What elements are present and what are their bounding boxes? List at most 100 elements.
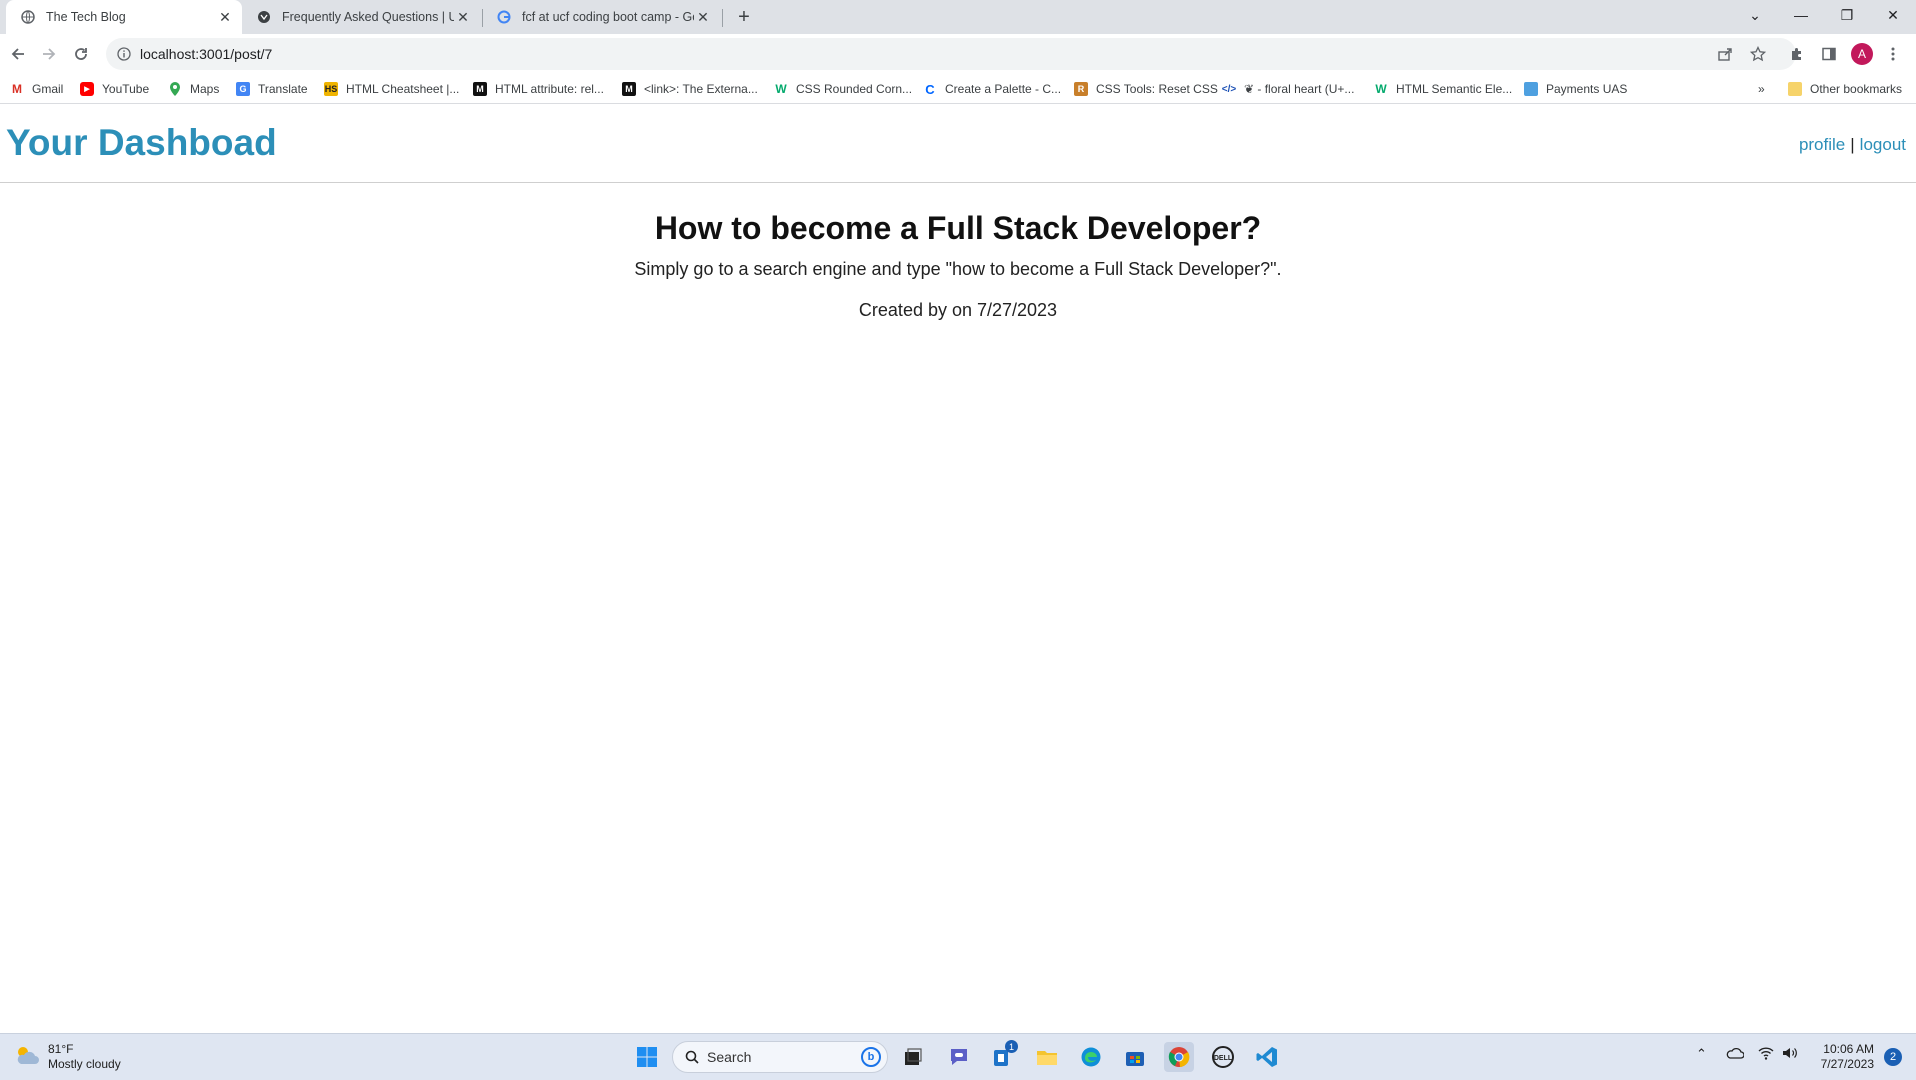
forward-arrow-icon[interactable] — [36, 41, 62, 67]
extensions-puzzle-icon[interactable] — [1784, 41, 1810, 67]
show-hidden-icons-chevron-icon[interactable]: ⌃ — [1696, 1046, 1707, 1062]
site-brand[interactable]: Your Dashboad — [6, 122, 277, 164]
back-arrow-icon[interactable] — [5, 41, 31, 67]
weather-desc: Mostly cloudy — [48, 1057, 121, 1071]
bookmark-label: HTML Semantic Ele... — [1396, 82, 1513, 96]
logout-link[interactable]: logout — [1860, 135, 1906, 155]
post-body: Simply go to a search engine and type "h… — [634, 259, 1282, 279]
post-title: How to become a Full Stack Developer? — [654, 210, 1262, 246]
bookmark-maps[interactable]: Maps — [168, 80, 219, 98]
task-view-icon[interactable] — [898, 1042, 928, 1072]
bookmark-payments-uas[interactable]: Payments UAS — [1524, 80, 1627, 98]
new-tab-button[interactable]: + — [732, 5, 756, 29]
close-tab-icon[interactable]: ✕ — [216, 8, 234, 26]
tab-title: The Tech Blog — [46, 10, 126, 24]
share-icon[interactable] — [1712, 41, 1738, 67]
more-bookmarks-chevron-icon[interactable]: » — [1758, 80, 1765, 98]
post-article: How to become a Full Stack Developer? Si… — [0, 210, 1916, 321]
tab-divider — [722, 9, 723, 27]
bookmark-create-palette[interactable]: C Create a Palette - C... — [923, 80, 1061, 98]
bookmarks-bar: M Gmail ▶ YouTube Maps G Translate HS HT… — [0, 74, 1916, 104]
bookmark-label: YouTube — [102, 82, 150, 96]
file-explorer-icon[interactable] — [1032, 1042, 1062, 1072]
profile-avatar[interactable]: A — [1849, 41, 1875, 67]
minimize-button[interactable]: — — [1778, 0, 1824, 30]
windows-taskbar: 81°F Mostly cloudy Search b 1 DELL ⌃ 10:… — [0, 1033, 1916, 1080]
maps-icon — [168, 82, 182, 96]
windows-start-icon[interactable] — [632, 1042, 662, 1072]
bookmark-label: ❦ - floral heart (U+... — [1244, 82, 1355, 96]
reload-icon[interactable] — [68, 41, 94, 67]
bookmark-label: CSS Tools: Reset CSS — [1096, 82, 1218, 96]
close-window-button[interactable]: ✕ — [1870, 0, 1916, 30]
system-clock[interactable]: 10:06 AM 7/27/2023 — [1821, 1042, 1874, 1072]
bookmark-label: Create a Palette - C... — [945, 82, 1062, 96]
address-bar[interactable]: localhost:3001/post/7 — [106, 38, 1796, 70]
globe-icon — [20, 9, 36, 25]
taskbar-search[interactable]: Search b — [672, 1041, 888, 1073]
bookmark-star-icon[interactable] — [1745, 41, 1771, 67]
notification-badge[interactable]: 2 — [1884, 1048, 1902, 1066]
site-info-icon[interactable] — [116, 46, 132, 62]
bookmark-label: <link>: The Externa... — [644, 82, 758, 96]
bing-icon: b — [861, 1047, 881, 1067]
bookmark-label: HTML Cheatsheet |... — [346, 82, 460, 96]
w3schools-icon: W — [1375, 82, 1387, 96]
bookmark-gmail[interactable]: M Gmail — [10, 80, 63, 98]
tab-the-tech-blog[interactable]: The Tech Blog ✕ — [6, 0, 242, 34]
wifi-icon[interactable] — [1758, 1046, 1774, 1063]
vscode-icon[interactable] — [1252, 1042, 1282, 1072]
tab-google-search[interactable]: fcf at ucf coding boot camp - Goo ✕ — [482, 0, 720, 34]
page-content: Your Dashboad profile | logout How to be… — [0, 105, 1916, 1033]
blue-square-icon — [1524, 82, 1538, 96]
translate-icon: G — [236, 82, 250, 96]
tab-title: fcf at ucf coding boot camp - Goo — [522, 10, 694, 24]
cloud-sun-icon — [14, 1044, 40, 1071]
bookmark-floral-heart[interactable]: </> ❦ - floral heart (U+... — [1222, 80, 1355, 98]
tab-search-chevron-icon[interactable]: ⌄ — [1732, 0, 1778, 30]
coolors-icon: C — [925, 81, 935, 97]
restore-button[interactable]: ❐ — [1824, 0, 1870, 30]
chrome-icon[interactable] — [1164, 1042, 1194, 1072]
onedrive-cloud-icon[interactable] — [1726, 1046, 1745, 1063]
gmail-icon: M — [12, 82, 22, 96]
bookmark-translate[interactable]: G Translate — [236, 80, 308, 98]
bookmark-html-attribute-rel[interactable]: M HTML attribute: rel... — [473, 80, 604, 98]
bookmark-html-semantic[interactable]: W HTML Semantic Ele... — [1374, 80, 1512, 98]
dell-icon[interactable]: DELL — [1208, 1042, 1238, 1072]
avatar: A — [1851, 43, 1873, 65]
post-meta: Created by on 7/27/2023 — [858, 300, 1058, 320]
browser-toolbar: localhost:3001/post/7 A — [0, 34, 1916, 74]
speaker-icon[interactable] — [1782, 1046, 1798, 1063]
side-panel-icon[interactable] — [1816, 41, 1842, 67]
teams-chat-icon[interactable] — [944, 1042, 974, 1072]
ucf-icon — [256, 9, 272, 25]
bookmark-youtube[interactable]: ▶ YouTube — [80, 80, 149, 98]
bookmark-label: Translate — [258, 82, 308, 96]
svg-text:DELL: DELL — [1214, 1055, 1233, 1062]
bookmark-css-rounded-corners[interactable]: W CSS Rounded Corn... — [774, 80, 912, 98]
clock-date: 7/27/2023 — [1820, 1057, 1874, 1071]
mdn-icon: M — [622, 82, 636, 96]
bookmark-link-element[interactable]: M <link>: The Externa... — [622, 80, 758, 98]
search-icon — [685, 1050, 699, 1064]
microsoft-store-icon[interactable] — [1120, 1042, 1150, 1072]
other-bookmarks-folder[interactable]: Other bookmarks — [1788, 80, 1902, 98]
widgets-icon[interactable]: 1 — [988, 1040, 1018, 1072]
weather-widget[interactable]: 81°F Mostly cloudy — [14, 1042, 121, 1072]
tab-faq-ucf[interactable]: Frequently Asked Questions | UCF ✕ — [242, 0, 480, 34]
bookmark-html-cheatsheet[interactable]: HS HTML Cheatsheet |... — [324, 80, 459, 98]
close-tab-icon[interactable]: ✕ — [694, 8, 712, 26]
bookmark-label: Payments UAS — [1546, 82, 1628, 96]
folder-icon — [1788, 82, 1802, 96]
google-icon — [496, 9, 512, 25]
edge-icon[interactable] — [1076, 1042, 1106, 1072]
w3schools-icon: W — [775, 82, 787, 96]
bookmark-label: Gmail — [32, 82, 64, 96]
kebab-menu-icon[interactable] — [1880, 41, 1906, 67]
bookmark-label: Maps — [190, 82, 220, 96]
bookmark-css-reset[interactable]: R CSS Tools: Reset CSS — [1074, 80, 1218, 98]
clock-time: 10:06 AM — [1823, 1042, 1874, 1056]
profile-link[interactable]: profile — [1799, 135, 1845, 155]
close-tab-icon[interactable]: ✕ — [454, 8, 472, 26]
